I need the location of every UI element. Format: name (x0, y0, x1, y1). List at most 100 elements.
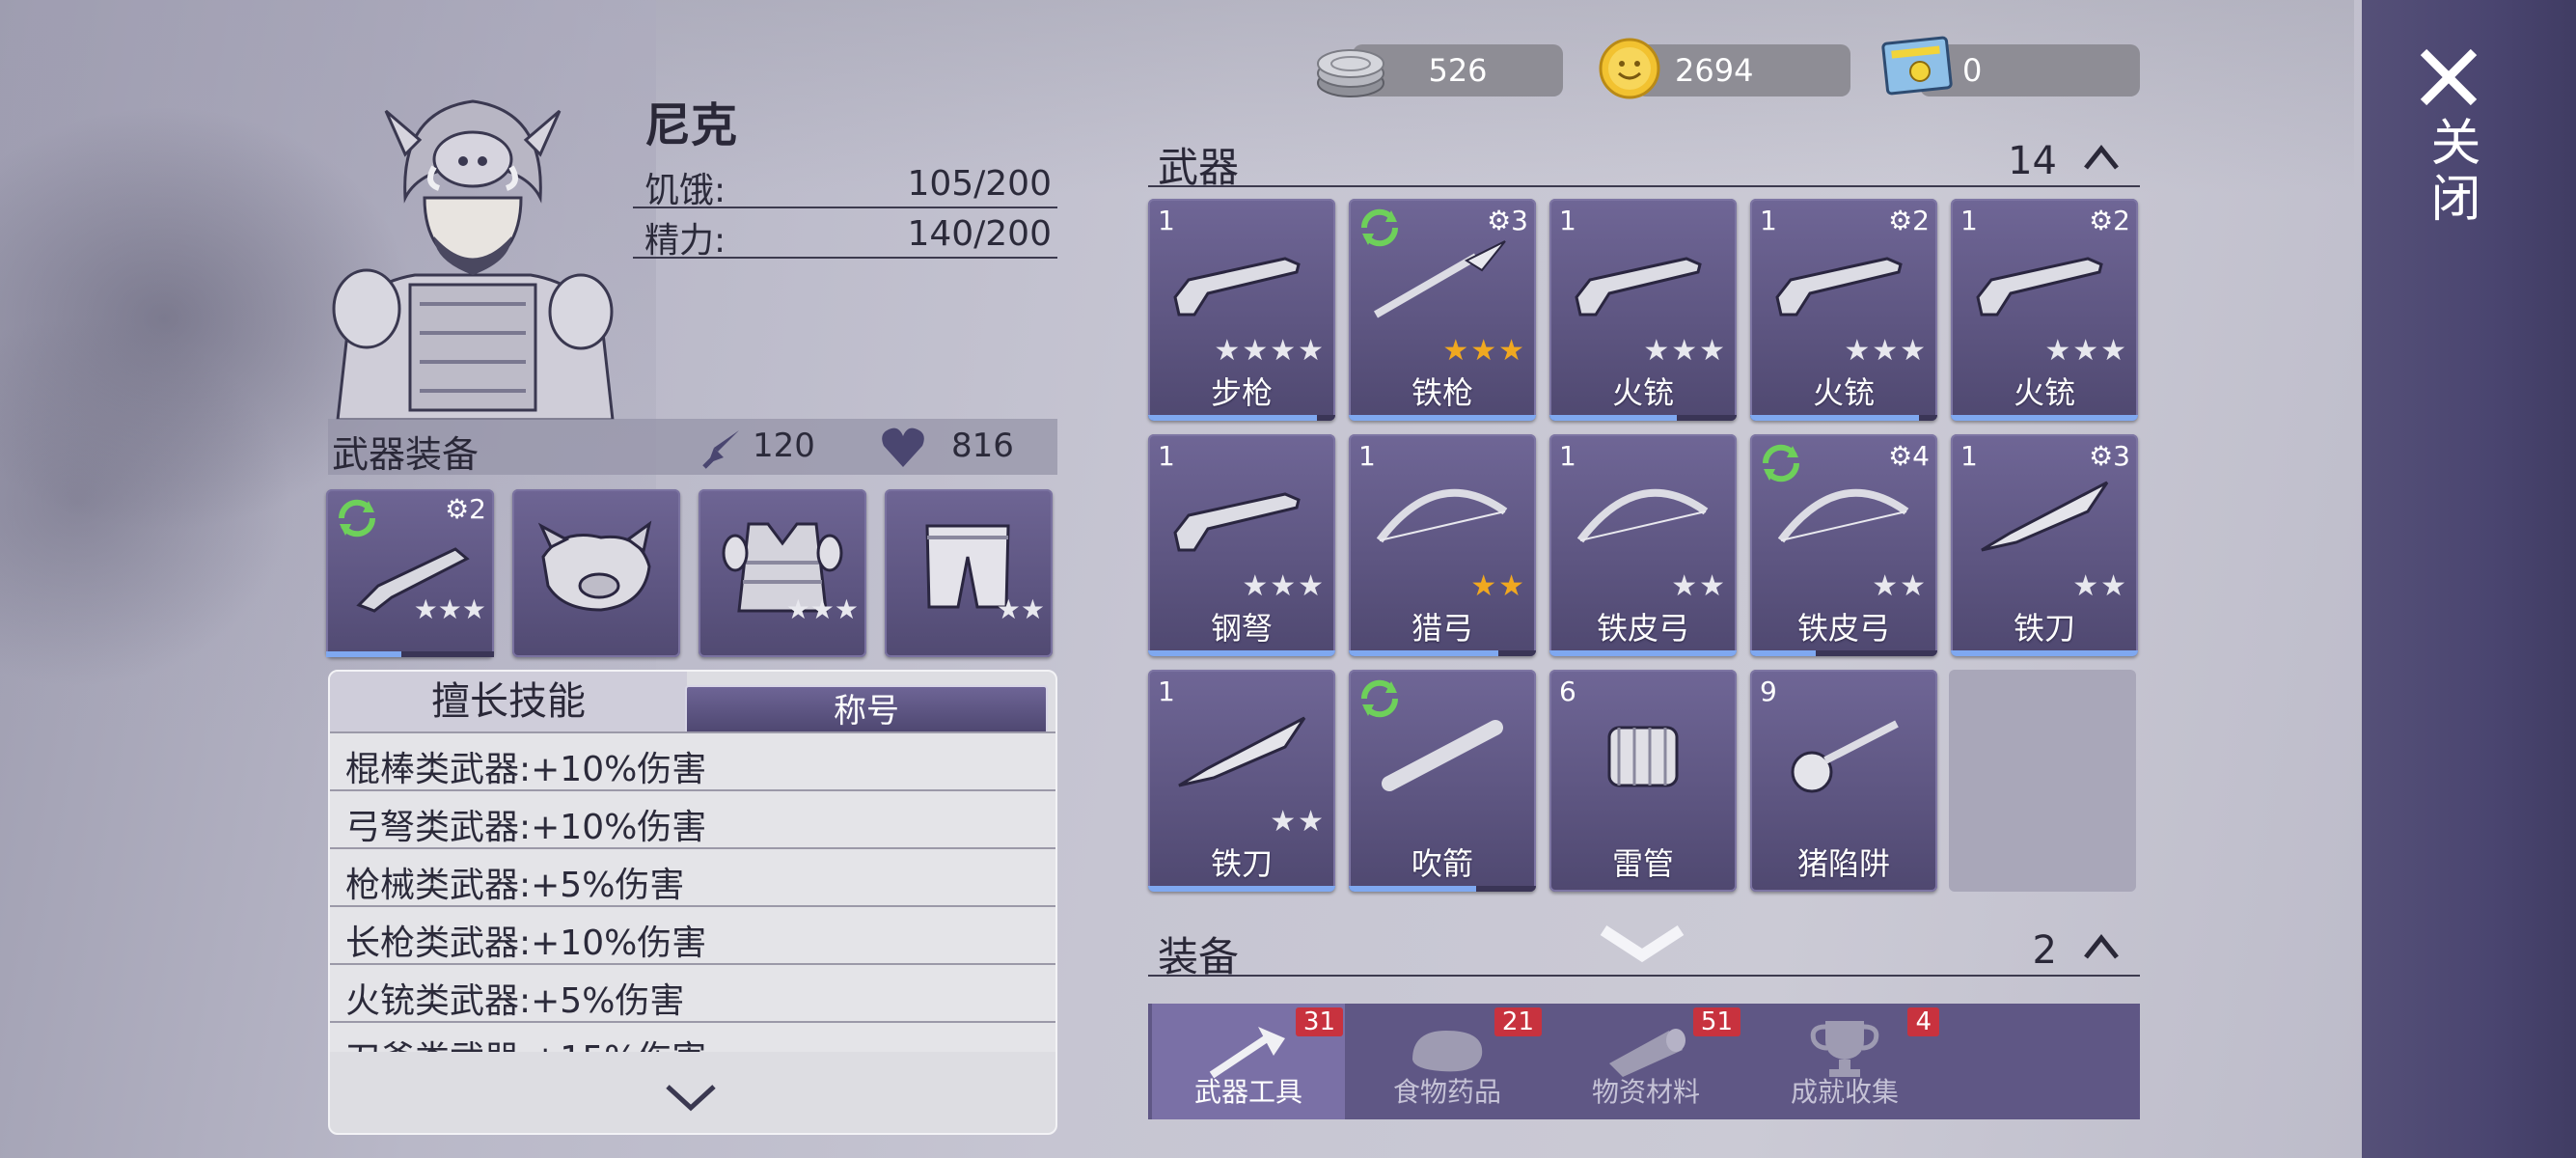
weapon-card[interactable]: 1 ★★★★ 步枪 (1148, 199, 1335, 421)
item-count: 1 (1158, 440, 1175, 472)
weapon-card[interactable]: ⚙3 ★★★ 铁枪 (1349, 199, 1536, 421)
item-name: 猪陷阱 (1796, 845, 1890, 882)
star-rating: ★★ (1671, 569, 1727, 603)
gun-icon (1173, 257, 1301, 317)
tube-icon (1382, 720, 1503, 791)
item-name: 铁刀 (2013, 610, 2075, 647)
weapon-card[interactable]: ⚙4 ★★ 铁皮弓 (1750, 434, 1937, 656)
close-label[interactable]: 关闭 (2410, 116, 2487, 228)
gear-level: ⚙3 (1487, 205, 1528, 236)
weapon-card[interactable]: 1 ★★ 铁皮弓 (1549, 434, 1737, 656)
item-name: 铁皮弓 (1596, 610, 1689, 647)
hunger-row: 饥饿: 105/200 (633, 158, 1057, 210)
star-rating: ★★★ (1643, 334, 1727, 368)
item-name: 钢弩 (1210, 610, 1273, 647)
sword-icon (702, 430, 739, 469)
item-count: 1 (1960, 205, 1978, 236)
progress-bar (1549, 415, 1737, 421)
bow-icon (1376, 488, 1508, 543)
chevron-up-icon[interactable] (2082, 137, 2121, 176)
equip-slot-pants[interactable]: ★★ (885, 489, 1053, 657)
item-count: 1 (1158, 205, 1175, 236)
scroll-down-icon[interactable] (1598, 923, 1686, 967)
ticket-value: 0 (1962, 52, 1983, 89)
progress-bar (1951, 650, 2138, 656)
weapon-card[interactable]: 9 猪陷阱 (1750, 670, 1937, 892)
gear-level: ⚙2 (2089, 205, 2130, 236)
progress-bar (1148, 650, 1335, 656)
equip-slot-armor[interactable]: ★★★ (699, 489, 866, 657)
energy-value: 140/200 (907, 214, 1052, 254)
gun-icon (1976, 257, 2103, 317)
chevron-down-icon[interactable] (664, 1081, 718, 1114)
item-name: 铁刀 (1210, 845, 1273, 882)
star-rating: ★★ (2072, 569, 2128, 603)
tab-skills[interactable]: 擅长技能 (330, 672, 687, 731)
weapon-card[interactable]: 1 ★★★ 火铳 (1549, 199, 1737, 421)
skill-row: 火铳类武器:+5%伤害 (330, 963, 1055, 1021)
item-name: 火铳 (1812, 374, 1875, 411)
item-count: 9 (1760, 676, 1777, 707)
knife-icon (1981, 481, 2109, 552)
item-name: 猎弓 (1411, 610, 1473, 647)
star-rating: ★★ (996, 593, 1045, 625)
star-rating: ★★★ (785, 593, 859, 625)
weapon-card[interactable]: 1 ⚙2 ★★★ 火铳 (1951, 199, 2138, 421)
bow-icon (1777, 488, 1909, 543)
trap-icon (1791, 720, 1899, 793)
star-rating: ★★ (1872, 569, 1928, 603)
close-icon[interactable] (2410, 39, 2487, 116)
chevron-up-icon[interactable] (2082, 926, 2121, 965)
knife-icon (1178, 716, 1306, 787)
gear-count: 2 (2032, 928, 2057, 973)
equipment-bar: 武器装备 120 816 (328, 419, 1057, 476)
weapon-card[interactable]: 1 ★★★ 钢弩 (1148, 434, 1335, 656)
star-rating: ★★ (1470, 569, 1526, 603)
badge: 31 (1295, 1007, 1343, 1036)
item-name: 火铳 (1611, 374, 1674, 411)
weapon-card[interactable]: 1 ★★ 猎弓 (1349, 434, 1536, 656)
star-rating: ★★★ (2044, 334, 2128, 368)
gold-coin-value: 2694 (1675, 52, 1754, 89)
skill-row: 枪械类武器:+5%伤害 (330, 847, 1055, 905)
progress-bar (1750, 415, 1937, 421)
weapons-section-header: 武器 14 (1148, 131, 2140, 191)
item-count: 1 (1760, 205, 1777, 236)
energy-row: 精力: 140/200 (633, 208, 1057, 261)
bow-icon (1576, 488, 1709, 543)
star-rating: ★★★ (1442, 334, 1526, 368)
weapon-card[interactable]: 1 ⚙2 ★★★ 火铳 (1750, 199, 1937, 421)
tab-label: 武器工具 (1193, 1076, 1302, 1108)
weapon-card[interactable]: 吹箭 (1349, 670, 1536, 892)
tab-label: 成就收集 (1790, 1076, 1899, 1108)
gun-icon (1173, 492, 1301, 552)
gear-level: ⚙2 (445, 493, 486, 525)
progress-bar (1349, 415, 1536, 421)
tab-food-medicine[interactable]: 21 食物药品 (1351, 1004, 1544, 1119)
item-name: 步枪 (1210, 374, 1273, 411)
energy-label: 精力: (644, 221, 726, 261)
currency-silver: 526 (1317, 44, 1563, 97)
weapon-card[interactable]: 1 ⚙3 ★★ 铁刀 (1951, 434, 2138, 656)
item-name: 吹箭 (1411, 845, 1473, 882)
health-value: 816 (951, 427, 1014, 465)
currency-gold: 2694 (1599, 38, 1850, 99)
tab-materials[interactable]: 51 物资材料 (1549, 1004, 1742, 1119)
star-rating: ★★ (1270, 805, 1326, 839)
gun-icon (1775, 257, 1903, 317)
refresh-icon (338, 499, 376, 538)
equip-slot-weapon[interactable]: ⚙2 ★★★ (326, 489, 494, 657)
item-count: 1 (1960, 440, 1978, 472)
tab-weapons-tools[interactable]: 31 武器工具 (1152, 1004, 1345, 1119)
gear-title: 装备 (1158, 933, 1240, 980)
item-count: 1 (1158, 676, 1175, 707)
attack-value: 120 (753, 427, 815, 465)
item-count: 1 (1559, 205, 1576, 236)
tab-titles[interactable]: 称号 (685, 685, 1048, 737)
badge: 51 (1692, 1007, 1740, 1036)
weapon-card[interactable]: 1 ★★ 铁刀 (1148, 670, 1335, 892)
equip-slot-helmet[interactable] (512, 489, 680, 657)
item-count: 1 (1358, 440, 1376, 472)
tab-achievements[interactable]: 4 成就收集 (1748, 1004, 1941, 1119)
weapon-card[interactable]: 6 雷管 (1549, 670, 1737, 892)
